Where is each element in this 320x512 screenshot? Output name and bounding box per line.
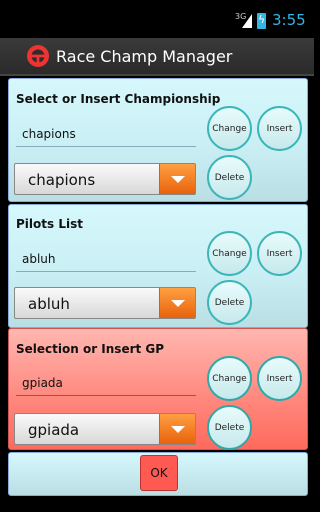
signal-icon [242,14,252,28]
main-content: Select or Insert Championship chapions c… [8,78,308,502]
gp-insert-button[interactable]: Insert [257,356,302,401]
pilots-spinner-value: abluh [28,295,70,313]
chevron-down-icon[interactable] [159,288,195,318]
championship-input[interactable]: chapions [16,127,196,147]
gp-panel: Selection or Insert GP gpiada gpiada Cha… [8,328,308,450]
ok-button[interactable]: OK [140,455,178,491]
gp-input[interactable]: gpiada [16,376,196,396]
pilots-panel: Pilots List abluh abluh Change Insert De… [8,204,308,328]
chevron-down-icon[interactable] [159,414,195,444]
pilots-input[interactable]: abluh [16,252,196,272]
championship-change-button[interactable]: Change [207,106,252,151]
gp-spinner-value: gpiada [28,421,80,439]
status-time: 3:55 [272,11,306,29]
championship-panel: Select or Insert Championship chapions c… [8,78,308,202]
pilots-heading: Pilots List [16,217,83,231]
pilots-spinner[interactable]: abluh [14,287,196,319]
status-bar: 3G 3:55 [0,0,314,38]
gp-spinner[interactable]: gpiada [14,413,196,445]
footer-bar: OK [8,452,308,496]
gp-change-button[interactable]: Change [207,356,252,401]
app-title: Race Champ Manager [56,47,233,66]
battery-charging-icon [257,13,266,29]
gp-delete-button[interactable]: Delete [207,405,252,450]
championship-insert-button[interactable]: Insert [257,106,302,151]
chevron-down-icon[interactable] [159,164,195,194]
action-bar: Race Champ Manager [0,38,314,76]
championship-spinner-value: chapions [28,171,96,189]
pilots-change-button[interactable]: Change [207,231,252,276]
championship-heading: Select or Insert Championship [16,92,221,106]
steering-wheel-icon [27,45,49,67]
gp-heading: Selection or Insert GP [16,342,165,356]
championship-delete-button[interactable]: Delete [207,155,252,200]
pilots-insert-button[interactable]: Insert [257,231,302,276]
pilots-delete-button[interactable]: Delete [207,280,252,325]
championship-spinner[interactable]: chapions [14,163,196,195]
